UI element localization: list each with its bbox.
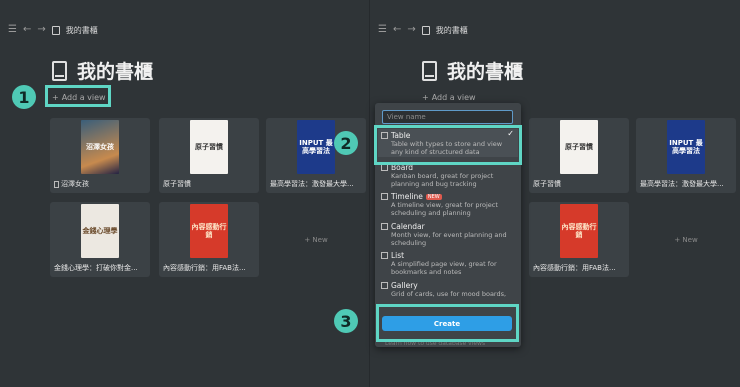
back-arrow-icon[interactable]: ← [23, 25, 31, 35]
page-icon [54, 180, 59, 188]
view-option-desc: Kanban board, great for project planning… [391, 172, 494, 188]
topbar: ☰ ← → 我的書櫃 [378, 22, 468, 38]
gallery-card[interactable]: 內容感動行銷 內容感動行銷：用FAB法... [159, 202, 259, 277]
view-option-desc: A simplified page view, great for bookma… [391, 260, 497, 276]
gallery-card[interactable]: INPUT 最高學習法 最高學習法：激發最大學... [266, 118, 366, 193]
gallery-card[interactable]: 內容感動行銷 內容感動行銷：用FAB法... [529, 202, 629, 277]
book-cover: INPUT 最高學習法 [667, 120, 705, 174]
view-option-title: List [391, 251, 405, 260]
book-cover: 金錢心理學 [81, 204, 119, 258]
page-title: 我的書櫃 [52, 57, 153, 84]
book-icon [422, 60, 437, 81]
left-panel: ☰ ← → 我的書櫃 我的書櫃 + Add a view 沼澤女孩 沼澤女孩 原… [0, 0, 370, 387]
book-cover: 原子習慣 [560, 120, 598, 174]
forward-arrow-icon[interactable]: → [37, 25, 45, 35]
view-option-desc: Month view, for event planning and sched… [391, 231, 507, 247]
breadcrumb-title[interactable]: 我的書櫃 [66, 25, 98, 36]
view-option-title: Calendar [391, 222, 425, 231]
book-cover: 原子習慣 [190, 120, 228, 174]
card-label: 最高學習法：激發最大學... [270, 180, 354, 188]
book-cover: 沼澤女孩 [81, 120, 119, 174]
view-option-timeline[interactable]: Timeline NEW A timeline view, great for p… [381, 192, 515, 217]
card-label: 最高學習法：激發最大學... [640, 180, 724, 188]
timeline-icon [381, 193, 388, 200]
new-card-button[interactable]: + New [266, 202, 366, 277]
view-option-desc: Grid of cards, use for mood boards, [391, 290, 507, 298]
board-icon [381, 164, 388, 171]
page-title-text: 我的書櫃 [77, 61, 154, 83]
highlight-create-button [376, 304, 519, 342]
gallery-card[interactable]: 沼澤女孩 沼澤女孩 [50, 118, 150, 193]
card-label: 原子習慣 [163, 180, 191, 188]
card-label: 內容感動行銷：用FAB法... [533, 264, 616, 272]
step-badge-2: 2 [334, 131, 358, 155]
menu-icon[interactable]: ☰ [378, 25, 387, 35]
gallery-card[interactable]: 金錢心理學 金錢心理學：打破你對金... [50, 202, 150, 277]
menu-icon[interactable]: ☰ [8, 25, 17, 35]
book-icon [52, 60, 67, 81]
book-icon [51, 25, 60, 35]
highlight-add-view [45, 85, 111, 107]
add-view-label: Add a view [431, 93, 476, 102]
gallery-icon [381, 282, 388, 289]
view-option-title: Gallery [391, 281, 418, 290]
gallery-card[interactable]: 原子習慣 原子習慣 [159, 118, 259, 193]
step-badge-1: 1 [12, 85, 36, 109]
card-label: 內容感動行銷：用FAB法... [163, 264, 246, 272]
gallery-card[interactable]: INPUT 最高學習法 最高學習法：激發最大學... [636, 118, 736, 193]
card-label: 沼澤女孩 [61, 180, 89, 188]
view-name-input[interactable]: View name [382, 110, 513, 124]
book-cover: 內容感動行銷 [190, 204, 228, 258]
view-option-calendar[interactable]: Calendar Month view, for event planning … [381, 222, 515, 247]
gallery-card[interactable]: 原子習慣 原子習慣 [529, 118, 629, 193]
calendar-icon [381, 223, 388, 230]
topbar: ☰ ← → 我的書櫃 [8, 22, 98, 38]
view-option-gallery[interactable]: Gallery Grid of cards, use for mood boar… [381, 281, 515, 298]
view-option-list[interactable]: List A simplified page view, great for b… [381, 251, 515, 276]
new-card-button[interactable]: + New [636, 202, 736, 277]
list-icon [381, 252, 388, 259]
book-cover: 內容感動行銷 [560, 204, 598, 258]
forward-arrow-icon[interactable]: → [407, 25, 415, 35]
highlight-table-option [374, 125, 522, 165]
page-title-text: 我的書櫃 [447, 61, 524, 83]
book-cover: INPUT 最高學習法 [297, 120, 335, 174]
plus-icon: + [422, 93, 429, 102]
breadcrumb-title[interactable]: 我的書櫃 [436, 25, 468, 36]
page-title: 我的書櫃 [422, 57, 523, 84]
back-arrow-icon[interactable]: ← [393, 25, 401, 35]
add-view-button[interactable]: + Add a view [422, 93, 476, 102]
view-option-title: Timeline [391, 192, 423, 201]
card-label: 金錢心理學：打破你對金... [54, 264, 138, 272]
view-option-desc: A timeline view, great for project sched… [391, 201, 498, 217]
step-badge-3: 3 [334, 309, 358, 333]
card-label: 原子習慣 [533, 180, 561, 188]
new-badge: NEW [425, 193, 442, 200]
view-option-board[interactable]: Board Kanban board, great for project pl… [381, 163, 515, 188]
book-icon [421, 25, 430, 35]
